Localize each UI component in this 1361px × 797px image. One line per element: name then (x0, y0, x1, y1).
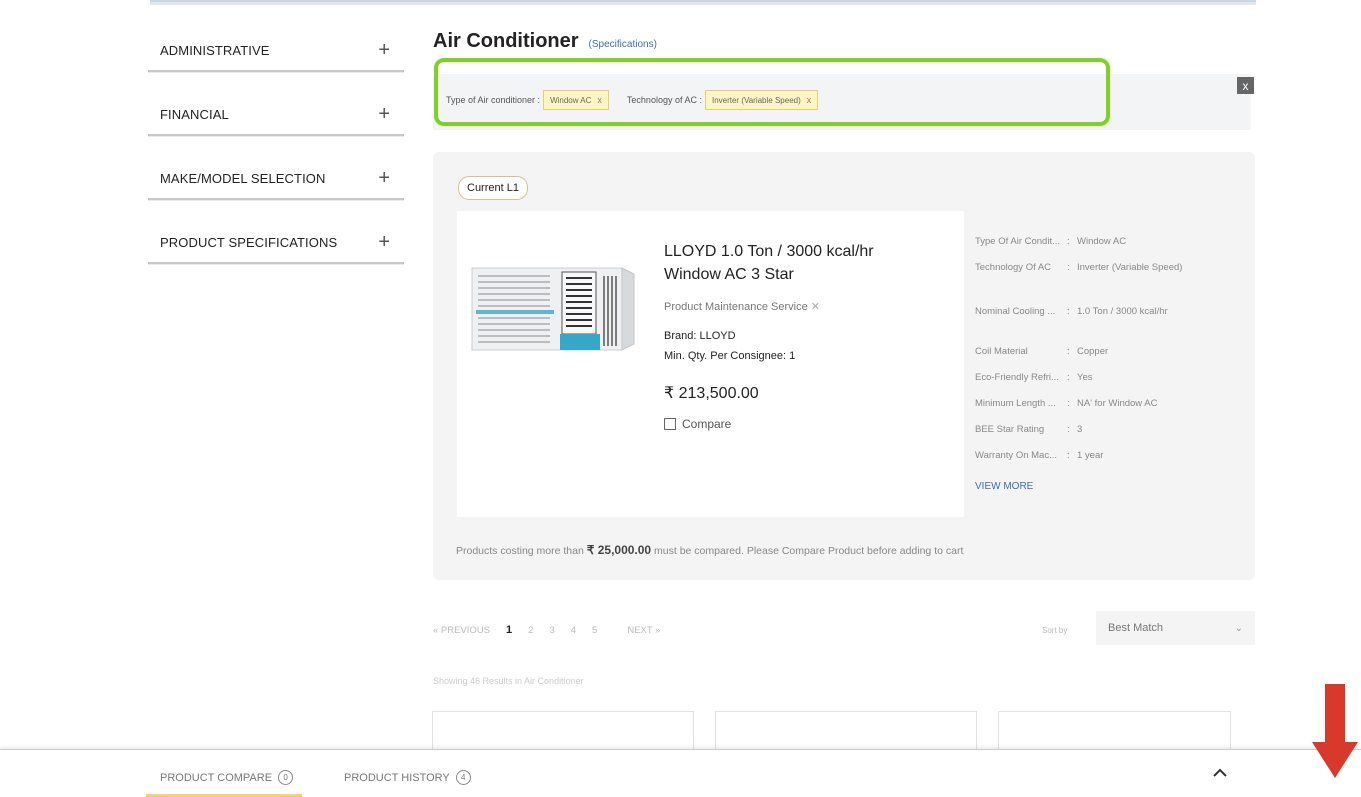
spec-value: Copper (1077, 346, 1109, 357)
results-count: Showing 46 Results in Air Conditioner (433, 676, 584, 686)
sidebar-item-label: FINANCIAL (160, 106, 229, 122)
history-count-badge: 4 (455, 770, 471, 785)
page-link-5[interactable]: 5 (592, 625, 597, 636)
spec-value: Yes (1077, 372, 1093, 383)
plus-icon[interactable]: + (378, 104, 390, 124)
plus-icon[interactable]: + (378, 232, 390, 252)
spec-key: Type Of Air Condit... (975, 236, 1061, 247)
compare-requirement-note: Products costing more than ₹ 25,000.00 m… (456, 543, 963, 557)
window-ac-image[interactable] (470, 262, 636, 354)
product-service-label: Product Maintenance Service (664, 301, 808, 313)
sort-label: Sort by (1042, 626, 1068, 635)
plus-icon[interactable]: + (378, 40, 390, 60)
sidebar-item-make-model-selection[interactable]: MAKE/MODEL SELECTION + (148, 158, 404, 200)
view-more-link[interactable]: VIEW MORE (975, 481, 1033, 492)
sort-select[interactable]: Best Match ⌄ (1096, 611, 1255, 645)
compare-count-badge: 0 (278, 770, 294, 785)
sidebar-item-label: PRODUCT SPECIFICATIONS (160, 234, 338, 250)
sidebar-item-product-specifications[interactable]: PRODUCT SPECIFICATIONS + (148, 222, 404, 264)
product-brand: Brand: LLOYD (664, 330, 736, 342)
spec-value: Window AC (1077, 236, 1127, 247)
filter-sidebar: ADMINISTRATIVE + FINANCIAL + MAKE/MODEL … (148, 30, 404, 286)
product-price: ₹ 213,500.00 (664, 385, 759, 402)
pagination: « PREVIOUS 1 2 3 4 5 NEXT » (433, 624, 676, 636)
spec-value: 1 year (1077, 450, 1104, 461)
note-prefix: Products costing more than (456, 545, 584, 557)
spec-value: 3 (1077, 424, 1083, 435)
wrench-icon: ✕ (810, 301, 820, 313)
previous-page-link[interactable]: « PREVIOUS (433, 625, 490, 636)
spec-row: BEE Star Rating: 3 (975, 424, 1197, 436)
note-suffix: must be compared. Please Compare Product… (654, 545, 964, 557)
spec-row: Nominal Cooling ...: 1.0 Ton / 3000 kcal… (975, 306, 1197, 318)
sort-value: Best Match (1108, 622, 1164, 634)
plus-icon[interactable]: + (378, 168, 390, 188)
current-l1-badge: Current L1 (458, 176, 528, 200)
chevron-up-icon[interactable] (1213, 768, 1227, 778)
spec-key: Nominal Cooling ... (975, 306, 1056, 317)
page-link-2[interactable]: 2 (528, 625, 533, 636)
spec-key: Technology Of AC (975, 262, 1052, 273)
page-link-1[interactable]: 1 (506, 624, 512, 636)
annotation-highlight-box (434, 58, 1110, 126)
clear-filters-button[interactable]: x (1237, 77, 1254, 94)
page-link-4[interactable]: 4 (571, 625, 576, 636)
annotation-arrow-down-icon (1312, 684, 1358, 778)
product-spec-panel (964, 211, 1235, 517)
compare-checkbox[interactable]: Compare (664, 417, 731, 431)
sidebar-item-label: ADMINISTRATIVE (160, 42, 270, 58)
page-link-3[interactable]: 3 (549, 625, 554, 636)
chevron-down-icon: ⌄ (1234, 622, 1243, 634)
product-compare-tab[interactable]: PRODUCT COMPARE 0 (160, 770, 294, 785)
spec-row: Coil Material: Copper (975, 346, 1197, 358)
spec-value: 1.0 Ton / 3000 kcal/hr (1077, 306, 1168, 317)
product-history-tab[interactable]: PRODUCT HISTORY 4 (344, 770, 471, 785)
spec-row: Eco-Friendly Refri...: Yes (975, 372, 1197, 384)
bottom-tray: PRODUCT COMPARE 0 PRODUCT HISTORY 4 (0, 749, 1361, 797)
spec-key: Eco-Friendly Refri... (975, 372, 1059, 383)
sidebar-item-administrative[interactable]: ADMINISTRATIVE + (148, 30, 404, 72)
product-service: Product Maintenance Service ✕ (664, 300, 820, 313)
product-min-qty: Min. Qty. Per Consignee: 1 (664, 350, 796, 362)
spec-key: Minimum Length ... (975, 398, 1056, 409)
note-amount: ₹ 25,000.00 (586, 543, 652, 557)
spec-key: Warranty On Mac... (975, 450, 1057, 461)
spec-value: NA' for Window AC (1077, 398, 1158, 409)
sidebar-item-financial[interactable]: FINANCIAL + (148, 94, 404, 136)
product-title[interactable]: LLOYD 1.0 Ton / 3000 kcal/hr Window AC 3… (664, 240, 934, 286)
next-page-link[interactable]: NEXT » (627, 625, 660, 636)
spec-key: Coil Material (975, 346, 1028, 357)
page-title: Air Conditioner (433, 30, 579, 52)
spec-row: Minimum Length ...: NA' for Window AC (975, 398, 1197, 410)
product-compare-label: PRODUCT COMPARE (160, 771, 273, 784)
spec-row: Type Of Air Condit...: Window AC (975, 236, 1197, 248)
top-divider (150, 0, 1256, 5)
spec-key: BEE Star Rating (975, 424, 1045, 435)
checkbox-icon[interactable] (664, 418, 676, 430)
spec-row: Warranty On Mac...: 1 year (975, 450, 1197, 462)
page-heading: Air Conditioner (Specifications) (433, 30, 657, 53)
specifications-link[interactable]: (Specifications) (589, 39, 657, 50)
compare-label: Compare (682, 417, 732, 431)
sidebar-item-label: MAKE/MODEL SELECTION (160, 170, 326, 186)
spec-value: Inverter (Variable Speed) (1077, 262, 1183, 273)
spec-row: Technology Of AC: Inverter (Variable Spe… (975, 262, 1197, 274)
product-history-label: PRODUCT HISTORY (344, 771, 450, 784)
